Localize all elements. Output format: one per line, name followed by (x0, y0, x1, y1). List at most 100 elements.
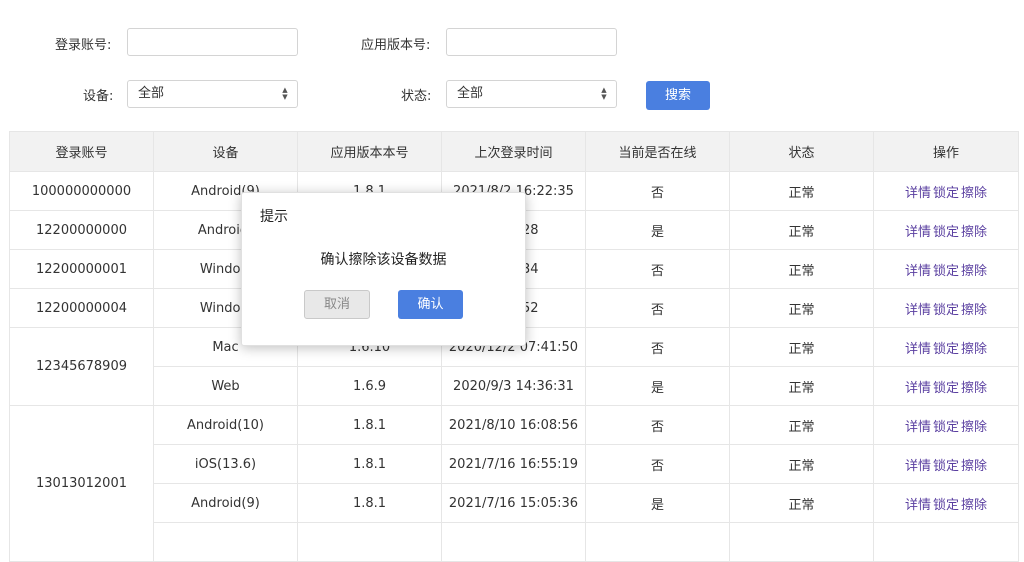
table-row (10, 522, 1019, 562)
account-input[interactable] (127, 28, 298, 56)
cell-actions: 详情 锁定 擦除 (873, 288, 1019, 328)
table-header-row: 登录账号 设备 应用版本本号 上次登录时间 当前是否在线 状态 操作 (9, 131, 1019, 172)
detail-link[interactable]: 详情 (905, 342, 931, 357)
cell-online: 是 (585, 210, 730, 250)
cell-online: 否 (585, 249, 730, 289)
header-account: 登录账号 (9, 131, 154, 172)
detail-link[interactable]: 详情 (905, 264, 931, 279)
wipe-link[interactable]: 擦除 (961, 498, 987, 513)
status-select-value: 全部 (457, 86, 484, 101)
cell-version: 1.6.9 (297, 366, 442, 406)
cell-device: Web (153, 366, 298, 406)
lock-link[interactable]: 锁定 (933, 186, 959, 201)
device-select-value: 全部 (138, 86, 165, 101)
device-label: 设备: (83, 89, 114, 104)
wipe-link[interactable]: 擦除 (961, 342, 987, 357)
cell-status: 正常 (729, 366, 874, 406)
lock-link[interactable]: 锁定 (933, 420, 959, 435)
header-device: 设备 (153, 131, 298, 172)
detail-link[interactable]: 详情 (905, 498, 931, 513)
detail-link[interactable]: 详情 (905, 186, 931, 201)
cell-actions: 详情 锁定 擦除 (873, 210, 1019, 250)
cell-actions: 详情 锁定 擦除 (873, 327, 1019, 367)
cell-last-login: 2021/7/16 16:55:19 (441, 444, 586, 484)
filter-bar: 登录账号: 应用版本号: 设备: 全部 ▲ ▼ 状态: 全部 ▲ ▼ 搜索 (0, 0, 1024, 125)
lock-link[interactable]: 锁定 (933, 342, 959, 357)
version-input[interactable] (446, 28, 617, 56)
cell-account: 12200000001 (9, 249, 154, 289)
detail-link[interactable]: 详情 (905, 225, 931, 240)
dialog-title: 提示 (260, 209, 288, 225)
lock-link[interactable]: 锁定 (933, 264, 959, 279)
lock-link[interactable]: 锁定 (933, 303, 959, 318)
cell-last-login: 2021/8/10 16:08:56 (441, 405, 586, 445)
account-label: 登录账号: (55, 38, 112, 53)
header-status: 状态 (729, 131, 874, 172)
detail-link[interactable]: 详情 (905, 420, 931, 435)
cell-actions: 详情 锁定 擦除 (873, 405, 1019, 445)
wipe-link[interactable]: 擦除 (961, 264, 987, 279)
cell-online: 否 (585, 444, 730, 484)
cell-account: 12200000000 (9, 210, 154, 250)
wipe-link[interactable]: 擦除 (961, 420, 987, 435)
cell-status (729, 522, 874, 562)
cell-actions (873, 522, 1019, 562)
cell-actions: 详情 锁定 擦除 (873, 366, 1019, 406)
lock-link[interactable]: 锁定 (933, 225, 959, 240)
search-button[interactable]: 搜索 (646, 81, 710, 110)
cell-account: 13013012001 (9, 405, 154, 562)
cell-actions: 详情 锁定 擦除 (873, 249, 1019, 289)
lock-link[interactable]: 锁定 (933, 498, 959, 513)
table-row: Web 1.6.9 2020/9/3 14:36:31 是正常 详情 锁定 擦除 (10, 366, 1019, 406)
detail-link[interactable]: 详情 (905, 459, 931, 474)
wipe-link[interactable]: 擦除 (961, 459, 987, 474)
table-row: 13013012001 Android(10) 1.8.1 2021/8/10 16:… (9, 405, 1019, 562)
dialog-message: 确认擦除该设备数据 (320, 252, 447, 268)
version-label: 应用版本号: (361, 38, 431, 53)
confirm-dialog: 提示 确认擦除该设备数据 取消 确认 (241, 192, 526, 346)
lock-link[interactable]: 锁定 (933, 459, 959, 474)
header-version: 应用版本本号 (297, 131, 442, 172)
table-row: iOS(13.6) 1.8.1 2021/7/16 16:55:19 否正常 详情 锁定擦… (10, 444, 1019, 484)
lock-link[interactable]: 锁定 (933, 381, 959, 396)
cell-online: 是 (585, 366, 730, 406)
wipe-link[interactable]: 擦除 (961, 303, 987, 318)
cell-account: 12200000004 (9, 288, 154, 328)
select-arrows-icon: ▲ ▼ (601, 86, 607, 101)
detail-link[interactable]: 详情 (905, 381, 931, 396)
cell-online: 否 (585, 171, 730, 211)
cell-online (585, 522, 730, 562)
cell-version: 1.8.1 (297, 444, 442, 484)
detail-link[interactable]: 详情 (905, 303, 931, 318)
cell-actions: 详情 锁定 擦除 (873, 444, 1019, 484)
cell-status: 正常 (729, 483, 874, 523)
device-select[interactable]: 全部 ▲ ▼ (127, 80, 298, 108)
cell-actions: 详情 锁定 擦除 (873, 171, 1019, 211)
cell-status: 正常 (729, 405, 874, 445)
wipe-link[interactable]: 擦除 (961, 381, 987, 396)
cell-online: 否 (585, 288, 730, 328)
wipe-link[interactable]: 擦除 (961, 225, 987, 240)
cell-status: 正常 (729, 444, 874, 484)
cell-last-login: 2020/9/3 14:36:31 (441, 366, 586, 406)
cell-last-login: 2021/7/16 15:05:36 (441, 483, 586, 523)
status-select[interactable]: 全部 ▲ ▼ (446, 80, 617, 108)
cell-version: 1.8.1 (297, 483, 442, 523)
cell-last-login (441, 522, 586, 562)
cell-version (297, 522, 442, 562)
cell-status: 正常 (729, 171, 874, 211)
cell-status: 正常 (729, 327, 874, 367)
cell-status: 正常 (729, 210, 874, 250)
cell-online: 是 (585, 483, 730, 523)
cell-version: 1.8.1 (297, 405, 442, 445)
cell-online: 否 (585, 327, 730, 367)
cell-status: 正常 (729, 249, 874, 289)
wipe-link[interactable]: 擦除 (961, 186, 987, 201)
cell-device (153, 522, 298, 562)
confirm-button[interactable]: 确认 (398, 290, 463, 319)
cancel-button[interactable]: 取消 (304, 290, 370, 319)
select-arrows-icon: ▲ ▼ (282, 86, 288, 101)
cell-status: 正常 (729, 288, 874, 328)
table-row: Android(9) 1.8.1 2021/7/16 15:05:36 是正常 详情 锁定… (10, 483, 1019, 523)
header-last-login: 上次登录时间 (441, 131, 586, 172)
